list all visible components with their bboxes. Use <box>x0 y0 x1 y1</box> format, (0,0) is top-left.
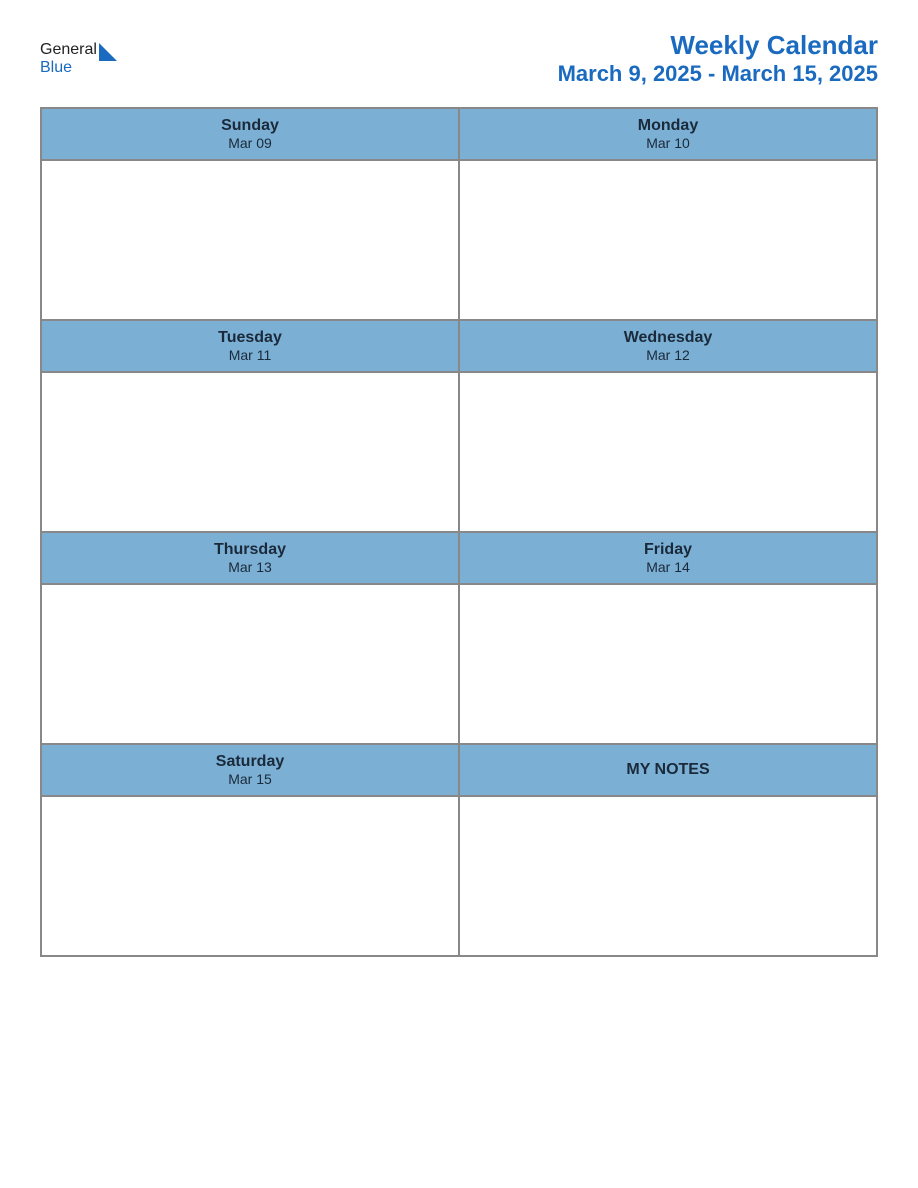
row-tuesday-wednesday-header: Tuesday Mar 11 Wednesday Mar 12 <box>41 320 877 372</box>
row-saturday-notes-header: Saturday Mar 15 MY NOTES <box>41 744 877 796</box>
saturday-cell[interactable] <box>41 796 459 956</box>
saturday-name: Saturday <box>46 753 454 771</box>
tuesday-cell[interactable] <box>41 372 459 532</box>
sunday-cell[interactable] <box>41 160 459 320</box>
tuesday-name: Tuesday <box>46 329 454 347</box>
logo-blue-text: Blue <box>40 59 72 77</box>
thursday-name: Thursday <box>46 541 454 559</box>
monday-header: Monday Mar 10 <box>459 108 877 160</box>
thursday-date: Mar 13 <box>46 559 454 575</box>
sunday-date: Mar 09 <box>46 135 454 151</box>
wednesday-header: Wednesday Mar 12 <box>459 320 877 372</box>
wednesday-name: Wednesday <box>464 329 872 347</box>
row-sunday-monday-header: Sunday Mar 09 Monday Mar 10 <box>41 108 877 160</box>
page-header: General Blue Weekly Calendar March 9, 20… <box>40 30 878 87</box>
thursday-header: Thursday Mar 13 <box>41 532 459 584</box>
row-sunday-monday-cells <box>41 160 877 320</box>
calendar-date-range: March 9, 2025 - March 15, 2025 <box>558 61 878 87</box>
row-saturday-notes-cells <box>41 796 877 956</box>
sunday-name: Sunday <box>46 117 454 135</box>
friday-cell[interactable] <box>459 584 877 744</box>
row-thursday-friday-cells <box>41 584 877 744</box>
my-notes-label: MY NOTES <box>626 761 709 779</box>
friday-name: Friday <box>464 541 872 559</box>
calendar-title: Weekly Calendar <box>558 30 878 61</box>
title-block: Weekly Calendar March 9, 2025 - March 15… <box>558 30 878 87</box>
logo: General Blue <box>40 41 117 76</box>
row-thursday-friday-header: Thursday Mar 13 Friday Mar 14 <box>41 532 877 584</box>
calendar-grid: Sunday Mar 09 Monday Mar 10 Tuesday Mar … <box>40 107 878 957</box>
thursday-cell[interactable] <box>41 584 459 744</box>
logo-general-text: General <box>40 41 97 59</box>
monday-date: Mar 10 <box>464 135 872 151</box>
sunday-header: Sunday Mar 09 <box>41 108 459 160</box>
monday-name: Monday <box>464 117 872 135</box>
row-tuesday-wednesday-cells <box>41 372 877 532</box>
tuesday-date: Mar 11 <box>46 347 454 363</box>
saturday-date: Mar 15 <box>46 771 454 787</box>
friday-header: Friday Mar 14 <box>459 532 877 584</box>
notes-cell[interactable] <box>459 796 877 956</box>
friday-date: Mar 14 <box>464 559 872 575</box>
saturday-header: Saturday Mar 15 <box>41 744 459 796</box>
monday-cell[interactable] <box>459 160 877 320</box>
wednesday-date: Mar 12 <box>464 347 872 363</box>
wednesday-cell[interactable] <box>459 372 877 532</box>
tuesday-header: Tuesday Mar 11 <box>41 320 459 372</box>
logo-triangle-icon <box>99 43 117 61</box>
my-notes-header: MY NOTES <box>459 744 877 796</box>
